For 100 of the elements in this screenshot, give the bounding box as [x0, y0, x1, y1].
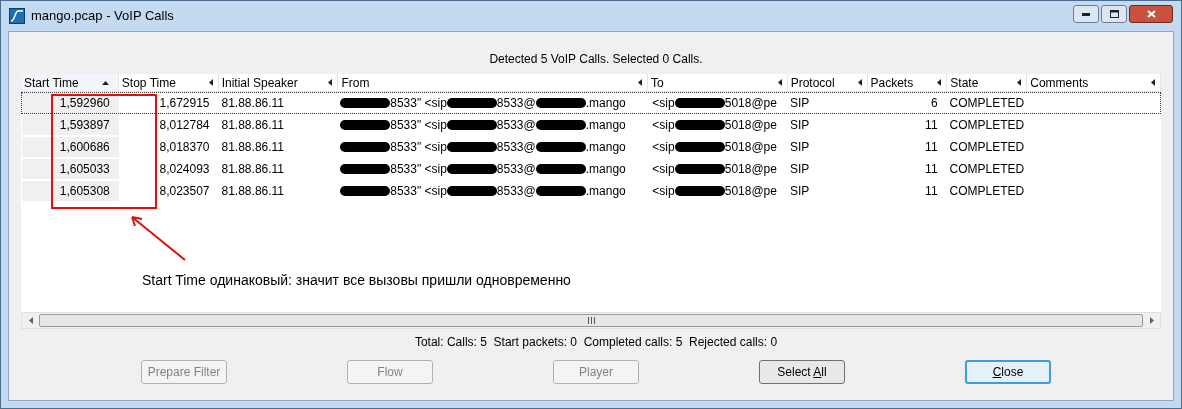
- maximize-icon: [1109, 10, 1119, 18]
- table-cell-text: 8,018370: [159, 139, 210, 156]
- redaction-mark: [340, 98, 391, 108]
- table-cell-text: 8,023507: [159, 183, 210, 200]
- table-cell-text: 5018@pe: [724, 161, 777, 178]
- table-cell-text: 81.88.86.11: [221, 95, 285, 112]
- redaction-mark: [446, 186, 497, 196]
- table-cell-text: 8533" <sip: [390, 183, 447, 200]
- table-cell-text: 11: [925, 183, 938, 200]
- table-cell-text: 8533" <sip: [390, 95, 447, 112]
- table-cell-text: <sip: [652, 117, 675, 134]
- dialog-button[interactable]: Select All: [759, 360, 845, 384]
- table-cell-text: <sip: [652, 183, 675, 200]
- table-cell-text: .mango: [585, 95, 626, 112]
- close-icon: [1146, 10, 1156, 18]
- table-cell-text: SIP: [789, 139, 810, 156]
- table-cell-text: 1,605033: [59, 161, 110, 178]
- right-arrow-icon: [1149, 317, 1154, 324]
- window-title: mango.pcap - VoIP Calls: [31, 7, 174, 26]
- redaction-mark: [535, 164, 586, 174]
- annotation-text: Start Time одинаковый: значит все вызовы пришли одновременно: [142, 271, 571, 290]
- table-cell-text: COMPLETED: [949, 183, 1025, 200]
- table-row[interactable]: 1,605308 8,023507 81.88.86.11 8533" <sip 8533@ .mango <sip 5018@pe SIP 11 COMPLETED: [21, 180, 1161, 202]
- table-cell-text: COMPLETED: [949, 95, 1025, 112]
- left-triangle-icon: [1151, 79, 1155, 86]
- dialog-button[interactable]: Close: [965, 360, 1051, 384]
- table-cell-text: 1,672915: [159, 95, 210, 112]
- left-triangle-icon: [637, 79, 642, 86]
- grip-icon: [587, 317, 595, 324]
- redaction-mark: [674, 120, 725, 130]
- redaction-mark: [446, 120, 497, 130]
- redaction-mark: [674, 186, 725, 196]
- table-cell-text: 8533@: [496, 161, 536, 178]
- table-row[interactable]: 1,605033 8,024093 81.88.86.11 8533" <sip 8533@ .mango <sip 5018@pe SIP 11 COMPLETED: [21, 158, 1161, 180]
- table-cell-text: 5018@pe: [724, 139, 777, 156]
- minimize-button[interactable]: [1073, 5, 1099, 23]
- left-triangle-icon: [1017, 79, 1022, 86]
- table-cell-text: .mango: [585, 117, 626, 134]
- redaction-mark: [674, 98, 725, 108]
- table-cell-text: 1,605308: [59, 183, 110, 200]
- maximize-button[interactable]: [1101, 5, 1127, 23]
- table-cell-text: 6: [930, 95, 938, 112]
- table-cell-text: <sip: [652, 139, 675, 156]
- redaction-mark: [340, 142, 391, 152]
- arrow: [129, 214, 187, 262]
- table-cell-text: 8533@: [496, 117, 536, 134]
- redaction-mark: [535, 186, 586, 196]
- app-icon: [9, 8, 25, 24]
- table-cell-text: 1,592960: [59, 95, 110, 112]
- redaction-mark: [674, 142, 725, 152]
- left-triangle-icon: [208, 79, 213, 86]
- redaction-mark: [535, 98, 586, 108]
- status-message: Detected 5 VoIP Calls. Selected 0 Calls.: [489, 51, 703, 68]
- table-cell-text: COMPLETED: [949, 117, 1025, 134]
- scrollbar-thumb[interactable]: [39, 314, 1143, 327]
- redaction-mark: [446, 142, 497, 152]
- table-cell-text: 5018@pe: [724, 95, 777, 112]
- table-cell-text: COMPLETED: [949, 161, 1025, 178]
- table-cell-text: <sip: [652, 95, 675, 112]
- table-cell-text: 5018@pe: [724, 117, 777, 134]
- call-totals: Total: Calls: 5 Start packets: 0 Completed calls: 5 Rejected calls: 0: [414, 334, 778, 351]
- close-button[interactable]: [1129, 5, 1173, 23]
- redaction-mark: [535, 120, 586, 130]
- table-cell-text: 81.88.86.11: [221, 161, 285, 178]
- table-cell-text: 11: [925, 139, 938, 156]
- redaction-mark: [674, 164, 725, 174]
- table-cell-text: COMPLETED: [949, 139, 1025, 156]
- column-header[interactable]: Start Time: [21, 74, 119, 91]
- table-cell-text: .mango: [585, 161, 626, 178]
- table-cell-text: .mango: [585, 139, 626, 156]
- table-cell-text: 8533" <sip: [390, 117, 447, 134]
- table-cell-text: 81.88.86.11: [221, 139, 285, 156]
- table-cell-text: 1,593897: [59, 117, 110, 134]
- table-cell-text: SIP: [789, 95, 810, 112]
- left-triangle-icon: [857, 79, 862, 86]
- table-cell-text: 8533" <sip: [390, 161, 447, 178]
- table-cell-text: .mango: [585, 183, 626, 200]
- table-cell-text: 1,600686: [59, 139, 110, 156]
- table-cell-text: <sip: [652, 161, 675, 178]
- table-cell-text: 8533@: [496, 139, 536, 156]
- redaction-mark: [340, 120, 391, 130]
- table-cell-text: 8,024093: [159, 161, 210, 178]
- table-row[interactable]: 1,593897 8,012784 81.88.86.11 8533" <sip 8533@ .mango <sip 5018@pe SIP 11 COMPLETED: [21, 114, 1161, 136]
- column-header[interactable]: State: [947, 74, 1028, 91]
- sort-ascending-icon: [101, 80, 109, 85]
- table-cell-text: 8,012784: [159, 117, 210, 134]
- focus-outline[interactable]: 1,592960 1,672915 81.88.86.11 8533" <sip 8533@ .mango <sip 5018@pe SIP 6 COMPLETED: [21, 92, 1161, 114]
- minimize-icon: [1082, 12, 1090, 16]
- table-cell-text: SIP: [789, 117, 810, 134]
- redaction-mark: [340, 164, 391, 174]
- table-cell-text: 81.88.86.11: [221, 117, 285, 134]
- table-cell-text: 81.88.86.11: [221, 183, 285, 200]
- column-header[interactable]: Comments: [1027, 74, 1161, 91]
- table-row[interactable]: 1,600686 8,018370 81.88.86.11 8533" <sip 8533@ .mango <sip 5018@pe SIP 11 COMPLETED: [21, 136, 1161, 158]
- redaction-mark: [340, 186, 391, 196]
- redaction-mark: [446, 164, 497, 174]
- table-cell-text: SIP: [789, 161, 810, 178]
- table-cell-text: 8533@: [496, 183, 536, 200]
- table-cell-text: 8533@: [496, 95, 536, 112]
- left-triangle-icon: [937, 79, 942, 86]
